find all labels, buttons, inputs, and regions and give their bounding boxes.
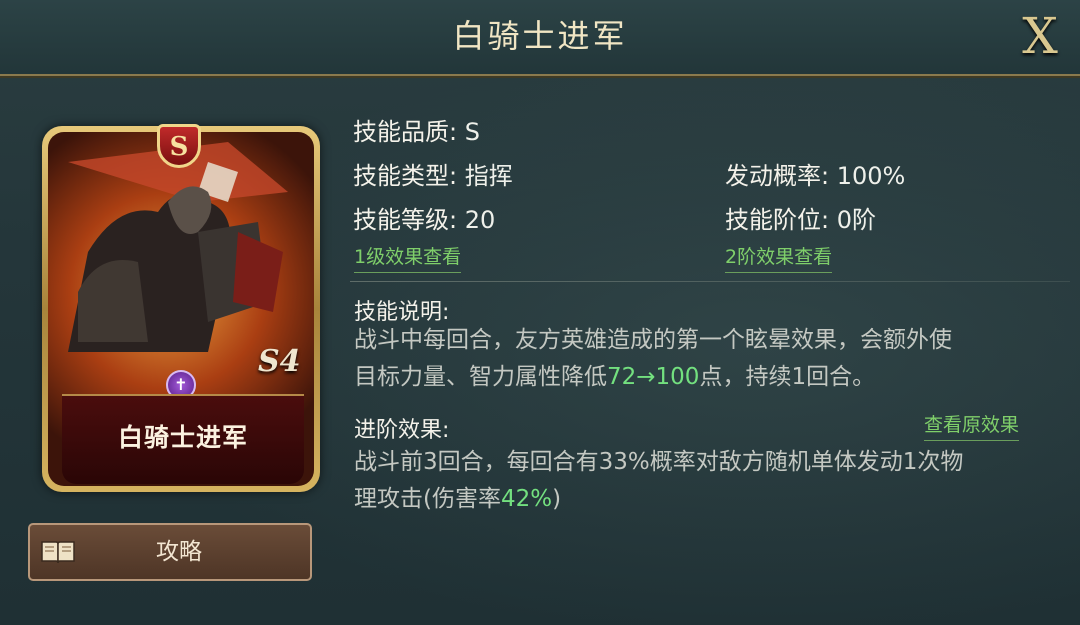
divider <box>350 281 1070 282</box>
tier2-effect-link[interactable]: 2阶效果查看 <box>725 242 833 273</box>
advance-text: 战斗前3回合，每回合有33%概率对敌方随机单体发动1次物 理攻击(伤害率42%) <box>354 449 964 512</box>
value-highlight: 72→100 <box>607 364 700 390</box>
stat-type: 技能类型: 指挥 <box>353 162 513 190</box>
window-title: 白骑士进军 <box>452 17 628 55</box>
stat-quality: 技能品质: S <box>353 118 480 146</box>
original-effect-link[interactable]: 查看原效果 <box>924 410 1020 441</box>
grade-badge: S <box>157 124 201 168</box>
level1-effect-link[interactable]: 1级效果查看 <box>354 242 462 273</box>
guide-button[interactable]: 攻略 <box>28 523 312 581</box>
guide-label: 攻略 <box>156 539 202 565</box>
stat-level: 技能等级: 20 <box>353 206 496 234</box>
stat-tier: 技能阶位: 0阶 <box>725 206 876 234</box>
close-button[interactable]: X <box>1012 10 1068 62</box>
stat-chance: 发动概率: 100% <box>725 162 906 190</box>
knight-illustration <box>68 142 288 352</box>
skill-detail-panel: 白骑士进军 X S4 S ✝ 白骑士进军 攻略 技能品质: S 技能类型: 指挥… <box>0 0 1080 625</box>
description-text: 战斗中每回合，友方英雄造成的第一个眩晕效果，会额外使 目标力量、智力属性降低72… <box>354 327 952 390</box>
season-mark: S4 <box>258 344 301 379</box>
advance-heading: 进阶效果: <box>354 418 450 443</box>
damage-rate-highlight: 42% <box>500 486 553 512</box>
title-bar: 白骑士进军 X <box>0 0 1080 76</box>
card-name: 白骑士进军 <box>117 423 248 452</box>
